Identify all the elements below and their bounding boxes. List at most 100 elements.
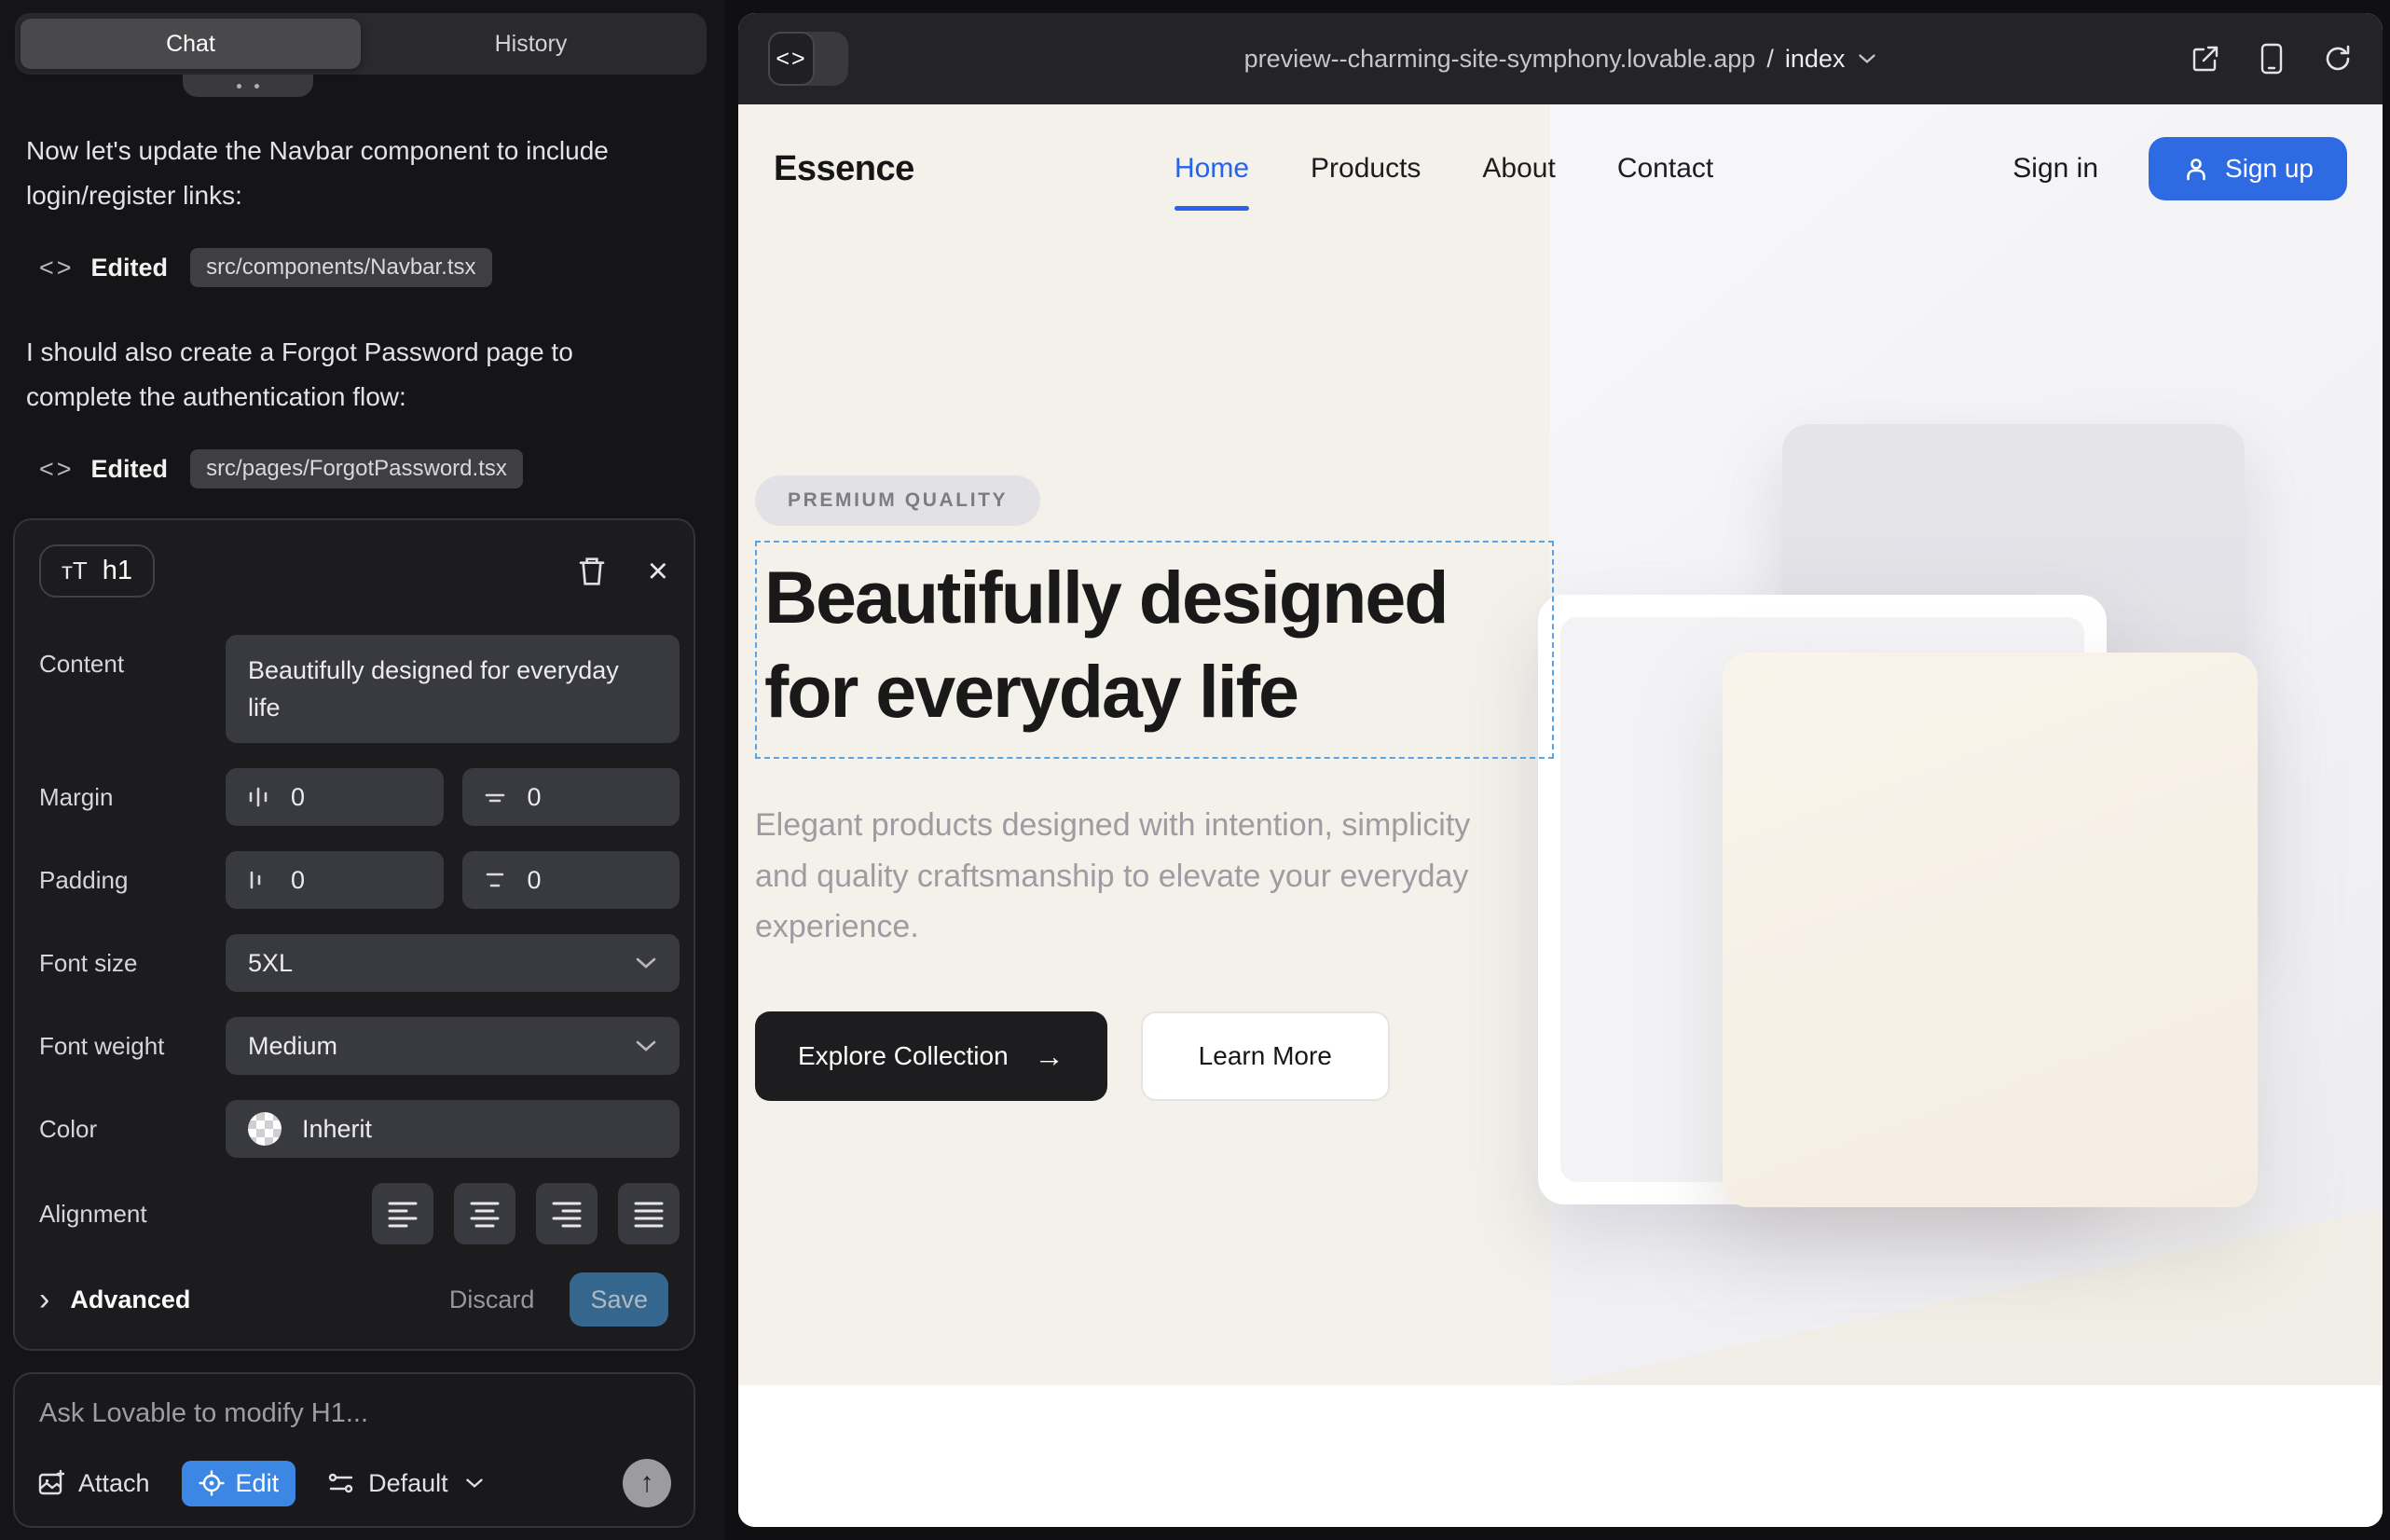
align-justify-icon <box>633 1200 665 1228</box>
selected-element-chip[interactable]: тT h1 <box>39 544 155 598</box>
padding-x-input[interactable]: 0 <box>226 851 444 909</box>
chevron-down-icon <box>465 1478 484 1489</box>
font-size-label: Font size <box>39 949 226 978</box>
sliders-icon <box>327 1469 355 1497</box>
padding-field-row: Padding 0 0 <box>39 851 680 909</box>
attach-button[interactable]: Attach <box>37 1469 150 1498</box>
content-field-row: Content Beautifully designed for everyda… <box>39 635 680 743</box>
edited-label: Edited <box>91 254 169 282</box>
site-navbar: Essence Home Products About Contact Sign… <box>738 104 2383 233</box>
explore-collection-button[interactable]: Explore Collection → <box>755 1011 1107 1101</box>
selected-element-outline[interactable]: Beautifully designed for everyday life <box>755 541 1554 759</box>
margin-x-input[interactable]: 0 <box>226 768 444 826</box>
code-preview-toggle[interactable]: <> <box>768 32 848 86</box>
nav-link-products[interactable]: Products <box>1311 104 1421 233</box>
nav-link-about[interactable]: About <box>1482 104 1555 233</box>
file-path-badge[interactable]: src/pages/ForgotPassword.tsx <box>190 449 523 488</box>
close-icon: × <box>648 554 668 589</box>
sidebar-tabbar: Chat History <box>15 13 707 75</box>
save-button[interactable]: Save <box>570 1272 668 1327</box>
chevron-down-icon[interactable] <box>1858 53 1876 64</box>
site-viewport: Essence Home Products About Contact Sign… <box>738 104 2383 1527</box>
text-size-icon: тT <box>62 557 88 585</box>
premium-quality-badge: PREMIUM QUALITY <box>755 475 1040 526</box>
code-toggle-segment[interactable]: <> <box>768 32 815 86</box>
tab-history[interactable]: History <box>361 19 701 69</box>
smartphone-icon <box>2260 43 2284 75</box>
decor-card-cream <box>1723 653 2258 1207</box>
color-field-row: Color Inherit <box>39 1100 680 1158</box>
align-right-button[interactable] <box>536 1183 598 1244</box>
nav-link-contact[interactable]: Contact <box>1617 104 1713 233</box>
send-button[interactable]: ↑ <box>623 1459 671 1507</box>
close-panel-button[interactable]: × <box>648 554 668 589</box>
padding-y-input[interactable]: 0 <box>462 851 680 909</box>
code-icon: <> <box>39 455 75 484</box>
site-logo[interactable]: Essence <box>774 149 914 189</box>
preview-window: <> preview--charming-site-symphony.lovab… <box>738 13 2383 1527</box>
hero-subtext: Elegant products designed with intention… <box>755 800 1496 952</box>
color-swatch <box>248 1112 282 1146</box>
default-mode-button[interactable]: Default <box>327 1469 484 1498</box>
target-icon <box>199 1470 225 1496</box>
signin-link[interactable]: Sign in <box>2012 153 2098 185</box>
align-justify-button[interactable] <box>618 1183 680 1244</box>
margin-label: Margin <box>39 783 226 812</box>
delete-element-button[interactable] <box>577 555 607 588</box>
url-page[interactable]: index <box>1785 45 1846 74</box>
align-left-icon <box>387 1200 419 1228</box>
advanced-row: › Advanced Discard Save <box>39 1272 680 1327</box>
element-tag-label: h1 <box>103 556 132 586</box>
margin-field-row: Margin 0 0 <box>39 768 680 826</box>
user-icon <box>2182 155 2210 183</box>
editor-header: тT h1 × <box>39 544 680 598</box>
hero-heading[interactable]: Beautifully designed for everyday life <box>764 550 1543 738</box>
browser-chrome: <> preview--charming-site-symphony.lovab… <box>738 13 2383 104</box>
chevron-down-icon <box>635 956 657 969</box>
content-textarea[interactable]: Beautifully designed for everyday life <box>226 635 680 743</box>
font-size-select[interactable]: 5XL <box>226 934 680 992</box>
tab-chat[interactable]: Chat <box>21 19 361 69</box>
padding-vertical-icon <box>483 868 507 892</box>
url-domain[interactable]: preview--charming-site-symphony.lovable.… <box>1244 45 1756 74</box>
align-left-button[interactable] <box>372 1183 433 1244</box>
font-weight-label: Font weight <box>39 1032 226 1061</box>
color-select[interactable]: Inherit <box>226 1100 680 1158</box>
prompt-input[interactable]: Ask Lovable to modify H1... <box>39 1398 669 1429</box>
code-icon: <> <box>39 254 75 282</box>
code-icon: <> <box>776 46 806 73</box>
margin-vertical-icon <box>483 785 507 809</box>
chevron-down-icon <box>635 1039 657 1052</box>
chat-message: Now let's update the Navbar component to… <box>26 129 649 218</box>
mobile-view-button[interactable] <box>2260 43 2284 75</box>
external-link-icon <box>2191 44 2220 74</box>
discard-button[interactable]: Discard <box>449 1286 535 1314</box>
align-center-button[interactable] <box>454 1183 515 1244</box>
alignment-field-row: Alignment <box>39 1183 680 1244</box>
edited-file-row[interactable]: <> Edited src/pages/ForgotPassword.tsx <box>39 449 679 488</box>
chat-message: I should also create a Forgot Password p… <box>26 330 649 419</box>
file-path-badge[interactable]: src/components/Navbar.tsx <box>190 248 491 287</box>
hero-bottom-wedge <box>1550 1208 2383 1385</box>
edit-mode-button[interactable]: Edit <box>182 1461 296 1506</box>
advanced-toggle[interactable]: Advanced <box>70 1286 190 1314</box>
alignment-label: Alignment <box>39 1200 226 1229</box>
font-size-field-row: Font size 5XL <box>39 934 680 992</box>
url-separator: / <box>1766 45 1774 74</box>
signup-button[interactable]: Sign up <box>2149 137 2347 200</box>
prompt-box[interactable]: Ask Lovable to modify H1... Attach <box>13 1372 695 1528</box>
chat-messages: Now let's update the Navbar component to… <box>26 129 679 531</box>
refresh-button[interactable] <box>2323 44 2353 74</box>
margin-y-input[interactable]: 0 <box>462 768 680 826</box>
scrolled-chip-peek[interactable] <box>183 75 313 97</box>
font-weight-select[interactable]: Medium <box>226 1017 680 1075</box>
edited-file-row[interactable]: <> Edited src/components/Navbar.tsx <box>39 248 679 287</box>
attach-image-icon <box>37 1469 65 1497</box>
learn-more-button[interactable]: Learn More <box>1141 1011 1390 1101</box>
arrow-right-icon: → <box>1035 1039 1065 1074</box>
chevron-right-icon: › <box>39 1284 49 1315</box>
open-external-button[interactable] <box>2191 44 2220 74</box>
nav-link-home[interactable]: Home <box>1174 104 1249 233</box>
chat-sidebar: Chat History Now let's update the Navbar… <box>0 0 725 1540</box>
padding-label: Padding <box>39 866 226 895</box>
